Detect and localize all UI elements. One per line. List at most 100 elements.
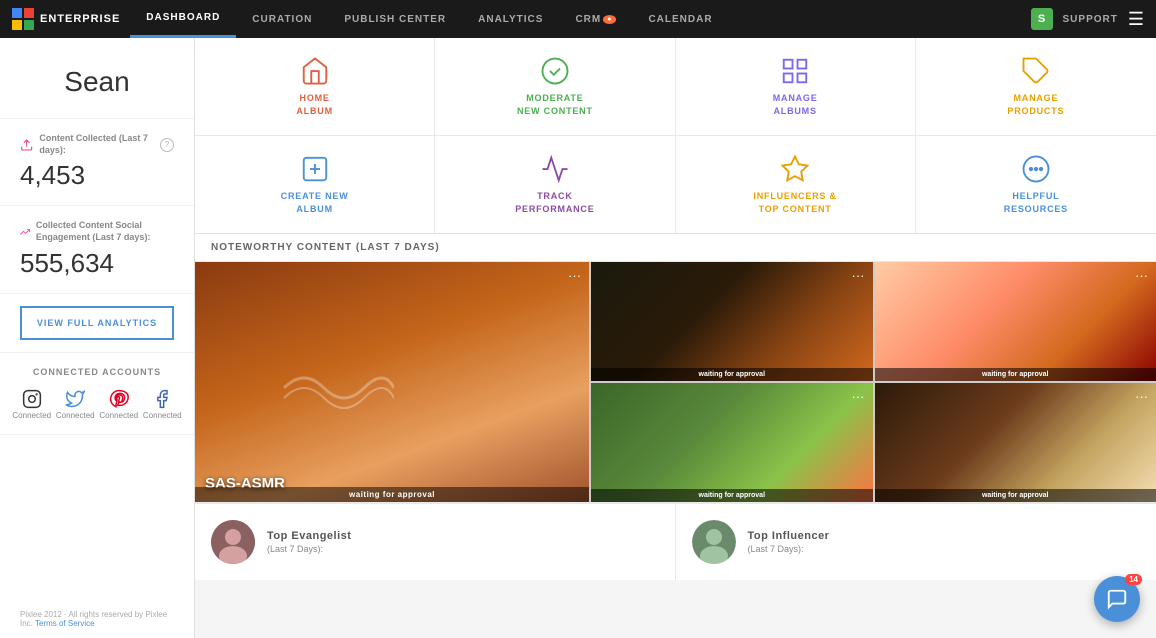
connected-accounts-title: CONNECTED ACCOUNTS [10, 367, 184, 377]
action-helpful-resources[interactable]: HELPFULRESOURCES [916, 136, 1156, 233]
manage-albums-icon [780, 56, 810, 86]
user-name: Sean [0, 38, 194, 119]
nav-link-analytics[interactable]: ANALYTICS [462, 0, 559, 38]
brand-logo-icon [12, 8, 34, 30]
manage-products-icon [1021, 56, 1051, 86]
nav-links: DASHBOARD CURATION PUBLISH CENTER ANALYT… [130, 0, 1030, 38]
action-manage-products[interactable]: MANAGEPRODUCTS [916, 38, 1156, 136]
helpful-resources-icon [1021, 154, 1051, 184]
facebook-account[interactable]: Connected [143, 389, 182, 420]
nav-link-crm[interactable]: CRM ● [559, 0, 632, 38]
top-influencer-avatar [692, 520, 736, 564]
social-icons-row: Connected Connected Connected [10, 389, 184, 420]
home-album-icon [300, 56, 330, 86]
instagram-icon [22, 389, 42, 409]
image-menu-tr1[interactable]: ··· [852, 268, 865, 283]
top-influencer-info: Top Influencer (Last 7 Days): [748, 530, 830, 554]
content-area: HOMEALBUM MODERATENEW CONTENT MANAGEAL [195, 38, 1156, 638]
influencers-label: INFLUENCERS &TOP CONTENT [753, 190, 836, 215]
quick-actions-grid: HOMEALBUM MODERATENEW CONTENT MANAGEAL [195, 38, 1156, 234]
noteworthy-section: NOTEWORTHY CONTENT (LAST 7 DAYS) ··· SAS… [195, 234, 1156, 638]
helpful-resources-label: HELPFULRESOURCES [1004, 190, 1068, 215]
question-icon[interactable]: ? [160, 138, 174, 152]
sidebar: Sean Content Collected (Last 7 days): ? … [0, 38, 195, 638]
top-influencer-card[interactable]: Top Influencer (Last 7 Days): [676, 504, 1156, 580]
manage-albums-label: MANAGEALBUMS [773, 92, 818, 117]
image-menu-br2[interactable]: ··· [1135, 389, 1148, 404]
support-link[interactable]: SUPPORT [1063, 14, 1118, 25]
nav-link-calendar[interactable]: CALENDAR [632, 0, 728, 38]
top-influencer-title: Top Influencer [748, 530, 830, 542]
instagram-account[interactable]: Connected [12, 389, 51, 420]
action-track-performance[interactable]: TRACKPERFORMANCE [435, 136, 675, 233]
sidebar-footer: Pixlee 2012 · All rights reserved by Pix… [0, 600, 194, 638]
stat2-value: 555,634 [20, 248, 174, 279]
twitter-status: Connected [56, 411, 95, 420]
stat1-value: 4,453 [20, 160, 174, 191]
stat2-label: Collected Content Social Engagement (Las… [36, 220, 174, 243]
crm-badge: ● [603, 15, 616, 24]
image-grid: ··· SAS-ASMR waiting for approval ··· wa… [195, 262, 1156, 502]
create-album-label: CREATE NEWALBUM [281, 190, 349, 215]
image-tr2[interactable]: ··· waiting for approval [875, 262, 1156, 381]
stat-content-collected: Content Collected (Last 7 days): ? 4,453 [0, 119, 194, 206]
brand: ENTERPRISE [12, 8, 120, 30]
action-manage-albums[interactable]: MANAGEALBUMS [676, 38, 916, 136]
action-influencers[interactable]: INFLUENCERS &TOP CONTENT [676, 136, 916, 233]
noteworthy-header: NOTEWORTHY CONTENT (LAST 7 DAYS) [195, 234, 1156, 262]
influencers-icon [780, 154, 810, 184]
twitter-icon [65, 389, 85, 409]
image-large[interactable]: ··· SAS-ASMR waiting for approval [195, 262, 589, 502]
image-br2[interactable]: ··· waiting for approval [875, 383, 1156, 502]
image-approval-br2: waiting for approval [875, 489, 1156, 502]
image-approval-tr2: waiting for approval [875, 368, 1156, 381]
create-album-icon [300, 154, 330, 184]
moderate-label: MODERATENEW CONTENT [517, 92, 593, 117]
pinterest-icon [109, 389, 129, 409]
chat-icon [1106, 588, 1128, 610]
action-home-album[interactable]: HOMEALBUM [195, 38, 435, 136]
facebook-icon [152, 389, 172, 409]
action-create-album[interactable]: CREATE NEWALBUM [195, 136, 435, 233]
nav-link-publish[interactable]: PUBLISH CENTER [328, 0, 462, 38]
chat-bubble[interactable]: 14 [1094, 576, 1140, 622]
hamburger-icon[interactable]: ☰ [1128, 9, 1144, 30]
nav-link-dashboard[interactable]: DASHBOARD [130, 0, 236, 38]
trending-icon [20, 224, 30, 240]
terms-link[interactable]: Terms of Service [35, 619, 95, 628]
top-influencer-subtitle: (Last 7 Days): [748, 544, 830, 554]
image-approval-large: waiting for approval [195, 487, 589, 502]
image-approval-br1: waiting for approval [591, 489, 872, 502]
upload-icon [20, 137, 33, 153]
top-evangelist-info: Top Evangelist (Last 7 Days): [267, 530, 351, 554]
instagram-status: Connected [12, 411, 51, 420]
top-evangelist-title: Top Evangelist [267, 530, 351, 542]
user-avatar[interactable]: S [1031, 8, 1053, 30]
top-evangelist-card[interactable]: Top Evangelist (Last 7 Days): [195, 504, 676, 580]
track-performance-label: TRACKPERFORMANCE [515, 190, 594, 215]
main-layout: Sean Content Collected (Last 7 days): ? … [0, 38, 1156, 638]
stat-social-engagement: Collected Content Social Engagement (Las… [0, 206, 194, 293]
top-evangelist-subtitle: (Last 7 Days): [267, 544, 351, 554]
view-analytics-button[interactable]: VIEW FULL ANALYTICS [20, 306, 174, 340]
chat-badge: 14 [1125, 574, 1142, 585]
nav-link-curation[interactable]: CURATION [236, 0, 328, 38]
image-br1[interactable]: ··· waiting for approval [591, 383, 872, 502]
top-evangelist-avatar [211, 520, 255, 564]
pinterest-status: Connected [99, 411, 138, 420]
image-tr1[interactable]: ··· waiting for approval [591, 262, 872, 381]
image-menu-br1[interactable]: ··· [852, 389, 865, 404]
pinterest-account[interactable]: Connected [99, 389, 138, 420]
nav-right: S SUPPORT ☰ [1031, 8, 1144, 30]
track-performance-icon [540, 154, 570, 184]
top-nav: ENTERPRISE DASHBOARD CURATION PUBLISH CE… [0, 0, 1156, 38]
image-menu-large[interactable]: ··· [568, 268, 581, 283]
brand-name: ENTERPRISE [40, 13, 120, 25]
bottom-cards-row: Top Evangelist (Last 7 Days): Top Influe… [195, 502, 1156, 580]
facebook-status: Connected [143, 411, 182, 420]
image-menu-tr2[interactable]: ··· [1135, 268, 1148, 283]
action-moderate[interactable]: MODERATENEW CONTENT [435, 38, 675, 136]
twitter-account[interactable]: Connected [56, 389, 95, 420]
food-decoration [274, 358, 394, 418]
stat1-label: Content Collected (Last 7 days): [39, 133, 154, 156]
